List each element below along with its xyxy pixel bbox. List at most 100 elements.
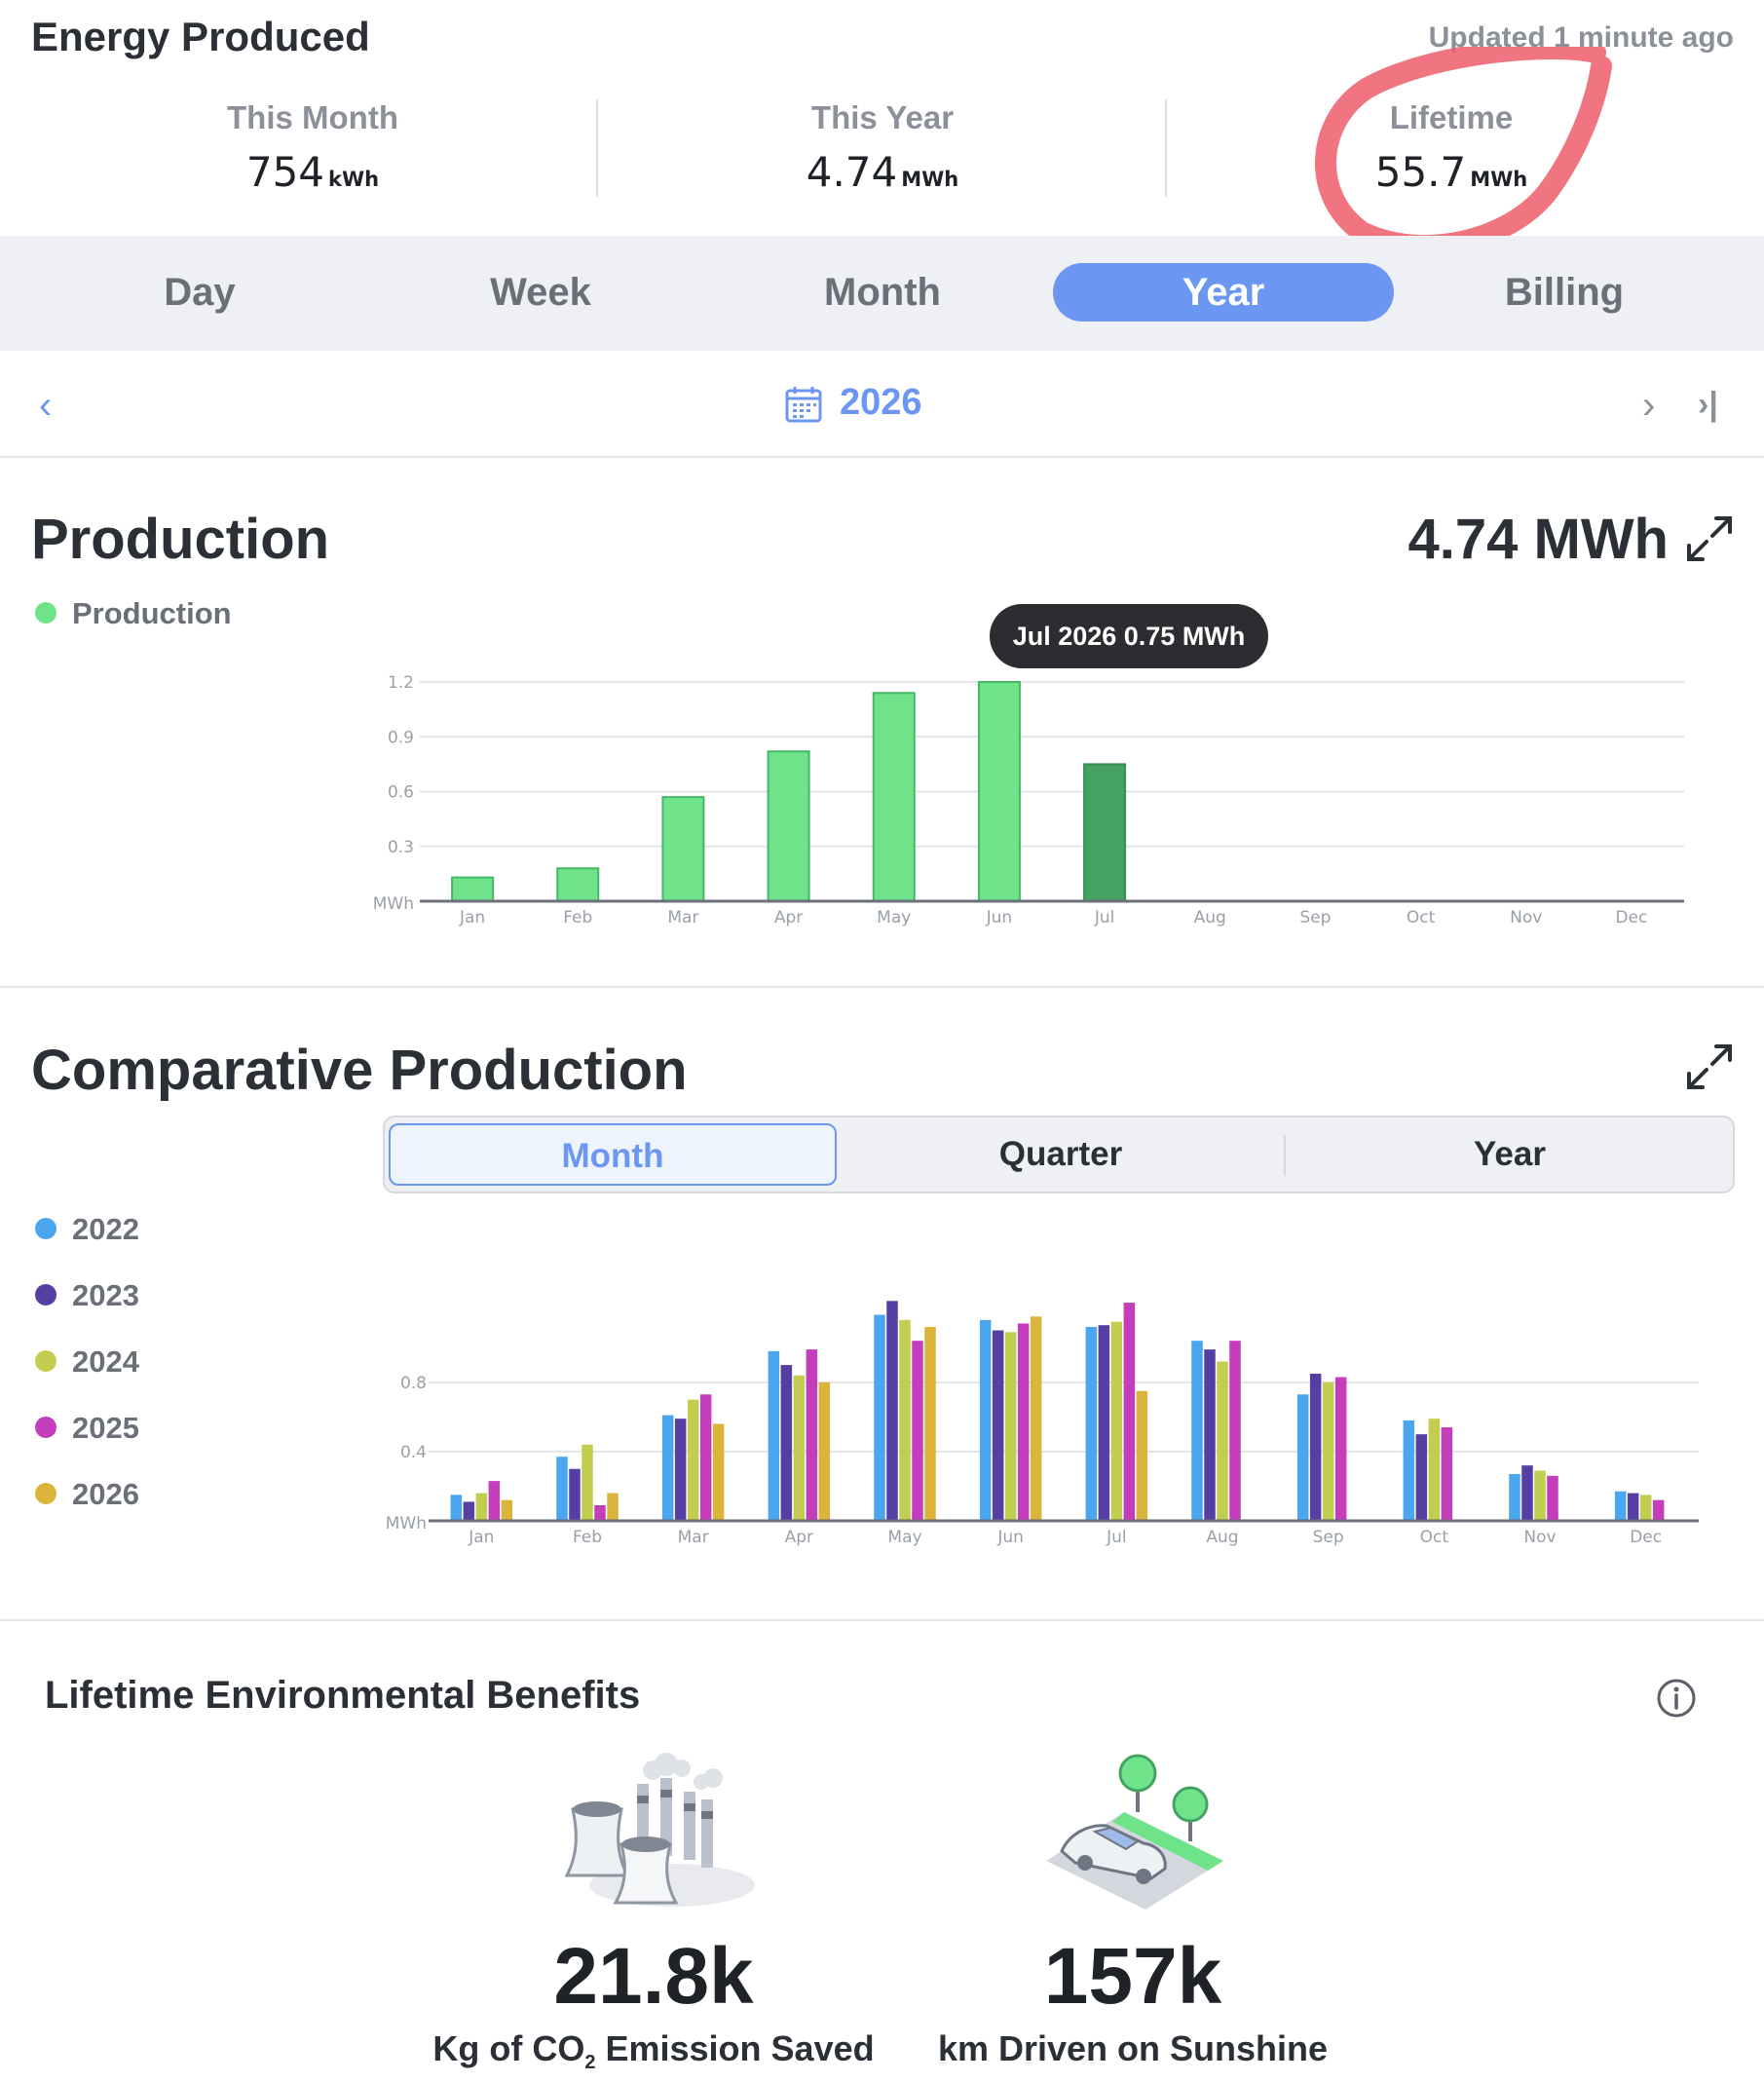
bar-2022-sep — [1296, 1394, 1309, 1521]
summary-stats: This Month 754 kWh This Year 4.74 MWh Life… — [0, 88, 1764, 209]
tab-day[interactable]: Day — [29, 263, 370, 322]
expand-icon[interactable] — [1685, 514, 1734, 563]
tab-week[interactable]: Week — [370, 263, 711, 322]
bar-2025-aug — [1229, 1341, 1241, 1521]
bar-2026-feb — [607, 1493, 619, 1521]
bar-2022-may — [874, 1314, 885, 1521]
y-tick-label: 0.6 — [388, 783, 414, 803]
factory-icon — [565, 1753, 755, 1907]
chevron-left-icon[interactable]: ‹ — [39, 384, 52, 428]
co2-label-text: Kg of CO — [432, 2028, 585, 2068]
x-tick-label: Jul — [1094, 908, 1115, 927]
stat-unit: MWh — [901, 168, 959, 191]
x-tick-label: Dec — [1630, 1528, 1662, 1547]
bar-2022-jul — [1085, 1326, 1098, 1521]
bar-jan — [451, 876, 495, 902]
tab-month[interactable]: Month — [712, 263, 1053, 322]
stat-value: 4.74 MWh — [688, 148, 1077, 196]
bar-2023-jun — [992, 1330, 1004, 1521]
x-tick-label: Sep — [1299, 908, 1331, 927]
km-driven-value: 157k — [1043, 1932, 1222, 2021]
production-chart: 1.2 0.9 0.6 0.3 MWh Jan Feb Mar Apr May Jun Jul Aug S… — [373, 673, 1684, 927]
bar-2023-jan — [463, 1501, 475, 1521]
bar-2024-aug — [1217, 1361, 1228, 1521]
bar-2024-oct — [1428, 1419, 1441, 1521]
y-tick-label: 0.3 — [388, 838, 414, 857]
info-icon[interactable] — [1656, 1678, 1697, 1719]
stat-label: This Year — [810, 99, 955, 135]
tab-billing[interactable]: Billing — [1394, 263, 1735, 322]
x-tick-label: Feb — [563, 908, 592, 927]
selected-year[interactable]: 2026 — [840, 382, 922, 424]
skip-to-end-icon[interactable]: ›| — [1698, 386, 1718, 424]
x-tick-label: Jun — [986, 908, 1013, 927]
period-tabs: Day Week Month Year Billing — [0, 236, 1764, 351]
x-tick-label: Apr — [785, 1528, 813, 1547]
y-unit-label: MWh — [373, 894, 414, 914]
bar-2025-jun — [1017, 1323, 1030, 1521]
bar-2023-dec — [1627, 1493, 1639, 1521]
calendar-icon[interactable] — [785, 386, 822, 423]
legend-dot — [35, 601, 56, 624]
stat-divider — [596, 99, 598, 197]
bar-2025-may — [912, 1341, 923, 1521]
bar-mar — [661, 796, 705, 902]
legend-dot — [35, 1217, 56, 1239]
x-tick-label: Nov — [1510, 908, 1542, 927]
x-tick-label: Sep — [1313, 1528, 1344, 1547]
stat-this-month: This Month 754 kWh — [118, 88, 507, 196]
chart-tooltip: Jul 2026 0.75 MWh — [990, 604, 1268, 668]
stat-number: 4.74 — [806, 148, 898, 196]
bar-2022-apr — [768, 1350, 780, 1521]
x-tick-label: Jun — [996, 1528, 1024, 1547]
bar-2024-jul — [1110, 1321, 1123, 1521]
bar-2026-may — [924, 1326, 936, 1521]
updated-status: Updated 1 minute ago — [1428, 21, 1734, 54]
x-tick-label: Aug — [1206, 1528, 1238, 1547]
bar-apr — [767, 750, 810, 902]
legend-label: 2022 — [72, 1212, 139, 1246]
bar-2022-nov — [1509, 1474, 1520, 1521]
environmental-benefits-title: Lifetime Environmental Benefits — [45, 1674, 641, 1717]
x-tick-label: Apr — [774, 908, 803, 927]
bar-2024-may — [899, 1319, 911, 1521]
bar-jul — [1083, 763, 1127, 902]
bar-2023-may — [886, 1301, 898, 1521]
bar-2025-apr — [806, 1349, 818, 1521]
legend-label: Production — [72, 596, 232, 630]
stat-number: 754 — [245, 148, 325, 196]
tab-year[interactable]: Year — [1053, 263, 1394, 322]
x-tick-label: Dec — [1615, 908, 1647, 927]
stat-value: 754 kWh — [118, 148, 507, 196]
segment-month[interactable]: Month — [389, 1123, 837, 1186]
km-driven-label: km Driven on Sunshine — [937, 2028, 1329, 2068]
stat-number: 55.7 — [1374, 148, 1467, 196]
bar-feb — [556, 867, 600, 902]
chevron-right-icon[interactable]: › — [1642, 384, 1655, 428]
bar-2022-feb — [556, 1457, 568, 1521]
stat-value: 55.7 MWh — [1257, 148, 1646, 196]
bar-2025-dec — [1652, 1499, 1665, 1521]
segment-year[interactable]: Year — [1286, 1123, 1734, 1186]
y-tick-label: 0.4 — [400, 1443, 427, 1462]
bar-2024-apr — [793, 1375, 806, 1521]
comparative-production-title: Comparative Production — [31, 1039, 688, 1102]
bar-2023-jul — [1098, 1325, 1110, 1521]
bar-2026-jul — [1136, 1390, 1148, 1521]
production-title: Production — [31, 508, 330, 571]
stat-unit: kWh — [328, 168, 380, 191]
bar-2022-aug — [1191, 1341, 1203, 1521]
section-divider — [0, 986, 1764, 988]
x-tick-label: Oct — [1407, 908, 1436, 927]
bar-2023-mar — [674, 1419, 687, 1521]
bar-2024-dec — [1639, 1495, 1652, 1521]
car-icon — [1046, 1754, 1223, 1910]
segment-quarter[interactable]: Quarter — [837, 1123, 1285, 1186]
stat-lifetime: Lifetime 55.7 MWh — [1257, 88, 1646, 196]
y-tick-label: 1.2 — [388, 673, 414, 693]
bar-2023-feb — [569, 1468, 581, 1521]
bar-2026-jun — [1030, 1316, 1042, 1521]
expand-icon[interactable] — [1685, 1042, 1734, 1091]
bar-2022-jun — [979, 1319, 992, 1521]
x-tick-label: Jan — [468, 1528, 494, 1547]
